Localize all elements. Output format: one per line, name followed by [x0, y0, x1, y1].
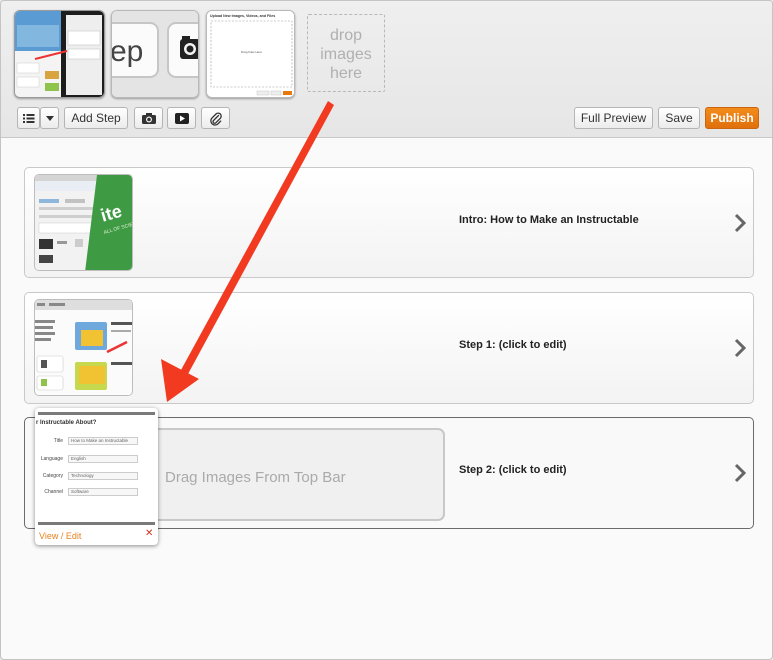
- chevron-right-icon: [734, 463, 746, 483]
- media-top-bar: ep Upload New Images, Videos, and Files …: [1, 1, 772, 138]
- play-video-icon: [174, 113, 189, 125]
- step-list-dropdown-button[interactable]: [40, 107, 59, 129]
- media-thumbnail-1[interactable]: [14, 10, 105, 98]
- thumb3-drop-text: Drag Files Here: [241, 50, 262, 54]
- title-label: Title: [53, 438, 63, 444]
- card-heading: r Instructable About?: [36, 420, 97, 426]
- add-step-button[interactable]: Add Step: [64, 107, 128, 129]
- attach-file-button[interactable]: [201, 107, 230, 129]
- step-title-intro: Intro: How to Make an Instructable: [459, 214, 639, 226]
- paperclip-icon: [209, 112, 222, 126]
- thumb2-text: ep: [112, 35, 143, 68]
- save-button[interactable]: Save: [658, 107, 700, 129]
- instructable-editor-window: ep Upload New Images, Videos, and Files …: [0, 0, 773, 660]
- step-title-1: Step 1: (click to edit): [459, 339, 567, 351]
- caret-down-icon: [45, 116, 54, 122]
- thumb3-heading: Upload New Images, Videos, and Files: [210, 14, 275, 18]
- language-select[interactable]: English: [68, 455, 138, 463]
- drop-zone-line-3: here: [329, 65, 363, 82]
- category-select[interactable]: Technology: [68, 472, 138, 480]
- drag-images-text: Drag Images From Top Bar: [165, 469, 346, 486]
- publish-button[interactable]: Publish: [705, 107, 759, 129]
- instructable-info-card[interactable]: r Instructable About? Title How to Make …: [35, 408, 158, 545]
- add-photo-button[interactable]: [134, 107, 163, 129]
- drop-zone-line-1: drop: [329, 27, 363, 44]
- step-title-2: Step 2: (click to edit): [459, 464, 567, 476]
- language-label: Language: [40, 456, 63, 462]
- list-icon: [22, 114, 34, 124]
- media-thumbnail-3[interactable]: Upload New Images, Videos, and Files Dra…: [206, 10, 295, 98]
- close-icon[interactable]: ✕: [145, 528, 153, 539]
- title-field[interactable]: How to Make an Instructable: [68, 437, 138, 445]
- step-row-intro[interactable]: ite ALL OF SCIENC Intro: How to Make an …: [24, 167, 754, 278]
- chevron-right-icon: [734, 338, 746, 358]
- card-top-bar: [38, 412, 155, 415]
- camera-icon: [141, 113, 156, 125]
- media-thumbnail-2[interactable]: ep: [111, 10, 199, 98]
- chevron-right-icon: [734, 213, 746, 233]
- drop-zone-line-2: images: [320, 46, 372, 63]
- step-row-1[interactable]: Step 1: (click to edit): [24, 292, 754, 404]
- add-video-button[interactable]: [167, 107, 196, 129]
- drop-images-zone[interactable]: drop images here: [307, 14, 385, 92]
- channel-select[interactable]: Software: [68, 488, 138, 496]
- card-bottom-bar: [38, 522, 155, 525]
- category-label: Category: [42, 473, 63, 479]
- channel-label: Channel: [44, 489, 63, 495]
- step-list-button[interactable]: [17, 107, 40, 129]
- view-edit-link[interactable]: View / Edit: [39, 531, 81, 541]
- intro-thumbnail[interactable]: ite ALL OF SCIENC: [34, 174, 133, 271]
- full-preview-button[interactable]: Full Preview: [574, 107, 653, 129]
- step-1-thumbnail[interactable]: [34, 299, 133, 396]
